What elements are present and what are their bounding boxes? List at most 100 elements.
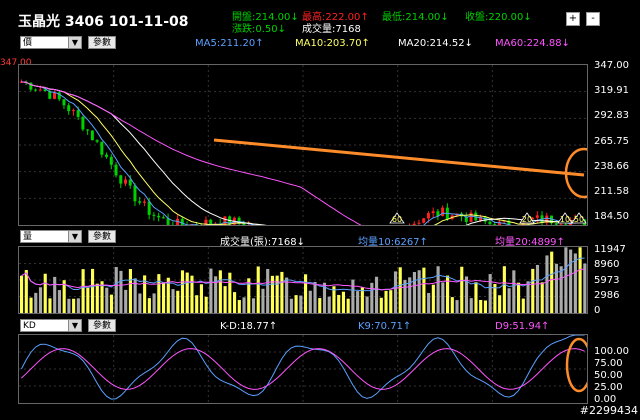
volume-bar bbox=[128, 269, 132, 313]
volume-bar bbox=[76, 298, 80, 313]
volume-bar bbox=[502, 266, 506, 313]
volume-bar bbox=[545, 255, 549, 313]
price-axis-5: 211.58 bbox=[594, 186, 629, 197]
volume-bar bbox=[540, 282, 544, 313]
volume-bar bbox=[512, 270, 516, 313]
candle-body bbox=[535, 215, 539, 218]
volume-bar bbox=[185, 272, 189, 313]
ma20-label: MA20:214.52↓ bbox=[398, 38, 473, 49]
volume-bar bbox=[72, 298, 76, 313]
volume-bar bbox=[81, 269, 85, 313]
volume-bar bbox=[242, 297, 246, 313]
volume-bar bbox=[275, 275, 279, 313]
price-axis-4: 238.66 bbox=[594, 161, 629, 172]
volume-bar bbox=[341, 291, 345, 313]
candle-body bbox=[180, 218, 184, 225]
k9-label: K9:70.71↑ bbox=[358, 321, 412, 332]
candle-body bbox=[81, 116, 85, 130]
candle-body bbox=[157, 215, 161, 218]
volume-bar bbox=[479, 299, 483, 313]
candle-body bbox=[86, 129, 90, 131]
volume-bar bbox=[389, 290, 393, 313]
volume-chart bbox=[19, 247, 587, 313]
candle-body bbox=[469, 212, 473, 222]
candle-body bbox=[147, 201, 151, 215]
volume-bar bbox=[294, 295, 298, 313]
volume-bar bbox=[393, 271, 398, 313]
volume-bar bbox=[379, 297, 383, 313]
candle-body bbox=[38, 89, 42, 91]
candle-body bbox=[100, 141, 104, 155]
zoom-in-button[interactable]: + bbox=[566, 12, 580, 26]
volume-bar bbox=[398, 267, 402, 313]
volume-bar bbox=[337, 294, 341, 313]
chevron-down-icon: ▼ bbox=[68, 320, 81, 331]
volume-bar bbox=[218, 270, 222, 313]
volume-bar bbox=[24, 270, 28, 313]
volume-bar bbox=[223, 286, 227, 313]
volume-bar bbox=[460, 266, 464, 313]
volume-bar bbox=[412, 272, 416, 313]
price-panel: 60 20 10 50 bbox=[18, 64, 588, 226]
volume-bar bbox=[474, 282, 478, 313]
volume-bar bbox=[280, 271, 284, 313]
volume-bar bbox=[583, 263, 587, 313]
kd-type-select[interactable]: KD ▼ bbox=[20, 319, 82, 332]
volume-type-select[interactable]: 量 ▼ bbox=[20, 230, 82, 243]
header-bar: 玉晶光 3406 101-11-08 開盤:214.00↓ 漲跌:0.50↓ 最… bbox=[0, 0, 640, 35]
volume-bar bbox=[569, 249, 573, 313]
candle-body bbox=[152, 214, 156, 216]
kd-chart bbox=[19, 335, 587, 403]
volume-bar bbox=[289, 298, 293, 313]
volume-bar bbox=[559, 266, 563, 313]
price-type-select[interactable]: 價 ▼ bbox=[20, 36, 82, 49]
volume-bar bbox=[43, 273, 47, 313]
ma-marker-label: 10 bbox=[560, 215, 570, 224]
volume-bar bbox=[535, 264, 540, 313]
candle-body bbox=[564, 224, 568, 225]
volume-bar bbox=[521, 298, 525, 313]
volume-bar bbox=[20, 275, 24, 313]
volume-bar bbox=[199, 284, 203, 313]
ma-marker-label: 60 bbox=[392, 215, 402, 224]
ma10-label: MA10:203.70↑ bbox=[295, 38, 370, 49]
ma5-line bbox=[21, 81, 585, 225]
candle-body bbox=[90, 130, 94, 141]
kd-axis-3: 25.00 bbox=[594, 382, 623, 393]
candle-body bbox=[114, 164, 118, 176]
candle-body bbox=[554, 223, 558, 225]
volume-bar bbox=[256, 266, 260, 313]
volume-params-button[interactable]: 參數 bbox=[88, 230, 117, 243]
volume-bar bbox=[162, 282, 166, 313]
volume-bar bbox=[356, 291, 360, 313]
volume-axis-3: 2986 bbox=[594, 290, 620, 301]
candle-body bbox=[559, 224, 563, 225]
d9-label: D9:51.94↑ bbox=[495, 321, 550, 332]
candle-body bbox=[431, 211, 435, 214]
kd-params-button[interactable]: 參數 bbox=[88, 319, 117, 332]
volume-bar bbox=[483, 300, 487, 313]
volume-bar bbox=[304, 274, 308, 313]
volume-bar bbox=[266, 268, 270, 313]
volume-bar bbox=[176, 290, 180, 313]
low-price: 最低:214.00↓ bbox=[382, 12, 449, 23]
zoom-out-button[interactable]: - bbox=[586, 12, 600, 26]
kd-panel bbox=[18, 334, 588, 404]
volume-bar bbox=[38, 287, 43, 313]
price-axis-0: 347.00 bbox=[594, 60, 629, 71]
volume-bar bbox=[228, 272, 232, 313]
volume-bar bbox=[237, 300, 241, 313]
volume-bar bbox=[351, 279, 355, 313]
volume-bar bbox=[299, 295, 303, 313]
volume-bar bbox=[138, 293, 142, 313]
candle-body bbox=[493, 224, 497, 225]
volume-bar bbox=[422, 267, 426, 313]
k-line bbox=[20, 335, 585, 400]
volume-bar bbox=[105, 287, 109, 313]
volume-panel bbox=[18, 246, 588, 314]
price-axis-6: 184.50 bbox=[594, 211, 629, 222]
candle-body bbox=[488, 221, 492, 225]
price-params-button[interactable]: 參數 bbox=[88, 36, 117, 49]
volume-bar bbox=[370, 282, 374, 313]
change-value: 漲跌:0.50↓ bbox=[232, 24, 287, 35]
